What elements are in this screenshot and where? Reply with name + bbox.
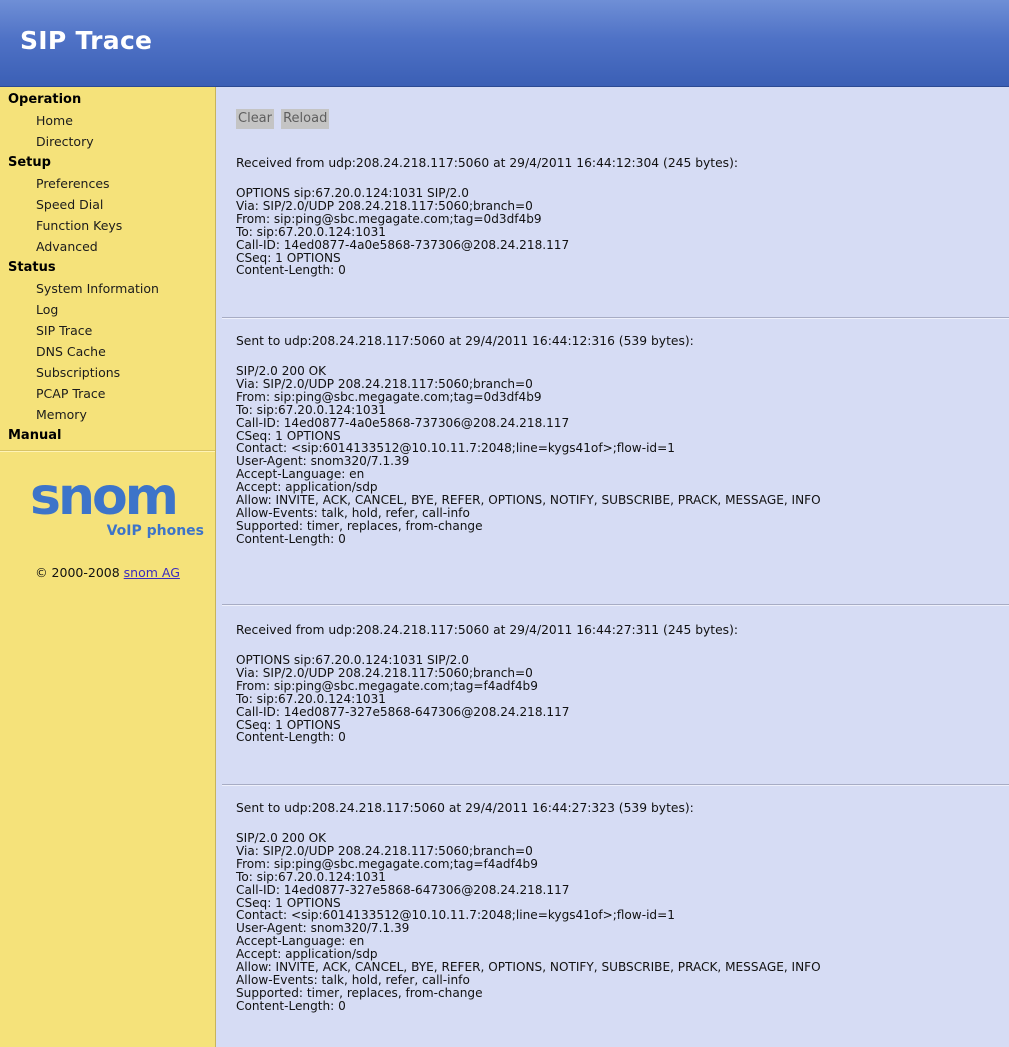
snom-logo-tagline: VoIP phones [107,523,204,539]
nav-section-operation[interactable]: Operation [0,89,215,110]
sidebar-item-function-keys[interactable]: Function Keys [0,215,215,236]
reload-button[interactable]: Reload [281,109,330,129]
nav-section-status[interactable]: Status [0,257,215,278]
snom-ag-link[interactable]: snom AG [124,565,180,580]
trace-content: Clear Reload Received from udp:208.24.21… [216,87,1009,1047]
sidebar-item-pcap-trace[interactable]: PCAP Trace [0,383,215,404]
trace-message-body: OPTIONS sip:67.20.0.124:1031 SIP/2.0 Via… [236,653,570,745]
sidebar-item-preferences[interactable]: Preferences [0,173,215,194]
trace-message-body: SIP/2.0 200 OK Via: SIP/2.0/UDP 208.24.2… [236,831,821,1013]
sidebar: Operation Home Directory Setup Preferenc… [0,87,216,1047]
snom-logo-wordmark: snom [30,472,176,527]
sidebar-item-memory[interactable]: Memory [0,404,215,425]
sidebar-nav: Operation Home Directory Setup Preferenc… [0,87,215,452]
trace-message: Sent to udp:208.24.218.117:5060 at 29/4/… [236,333,1009,546]
sidebar-item-log[interactable]: Log [0,299,215,320]
page-header: SIP Trace [0,0,1009,87]
nav-section-setup[interactable]: Setup [0,152,215,173]
sidebar-item-subscriptions[interactable]: Subscriptions [0,362,215,383]
clear-button[interactable]: Clear [236,109,274,129]
trace-message-body: OPTIONS sip:67.20.0.124:1031 SIP/2.0 Via… [236,186,570,278]
sidebar-item-sip-trace[interactable]: SIP Trace [0,320,215,341]
nav-section-manual[interactable]: Manual [0,425,215,446]
sidebar-item-dns-cache[interactable]: DNS Cache [0,341,215,362]
message-divider [222,604,1009,606]
snom-logo: snom VoIP phones [30,472,204,539]
sidebar-item-home[interactable]: Home [0,110,215,131]
trace-message-header: Received from udp:208.24.218.117:5060 at… [236,623,739,637]
trace-message-body: SIP/2.0 200 OK Via: SIP/2.0/UDP 208.24.2… [236,364,821,546]
copyright-text: © 2000-2008 [35,565,120,580]
page-title: SIP Trace [20,26,153,55]
copyright: © 2000-2008 snom AG [0,565,215,580]
trace-message: Sent to udp:208.24.218.117:5060 at 29/4/… [236,800,1009,1013]
trace-toolbar: Clear Reload [236,107,331,129]
trace-message: Received from udp:208.24.218.117:5060 at… [236,622,1009,744]
sidebar-item-speed-dial[interactable]: Speed Dial [0,194,215,215]
message-divider [222,784,1009,786]
sidebar-item-system-information[interactable]: System Information [0,278,215,299]
message-divider [222,317,1009,319]
trace-message-header: Sent to udp:208.24.218.117:5060 at 29/4/… [236,801,694,815]
sidebar-item-advanced[interactable]: Advanced [0,236,215,257]
trace-message-header: Received from udp:208.24.218.117:5060 at… [236,156,739,170]
sidebar-item-directory[interactable]: Directory [0,131,215,152]
sidebar-divider [0,450,215,452]
trace-message-header: Sent to udp:208.24.218.117:5060 at 29/4/… [236,334,694,348]
trace-message: Received from udp:208.24.218.117:5060 at… [236,155,1009,277]
